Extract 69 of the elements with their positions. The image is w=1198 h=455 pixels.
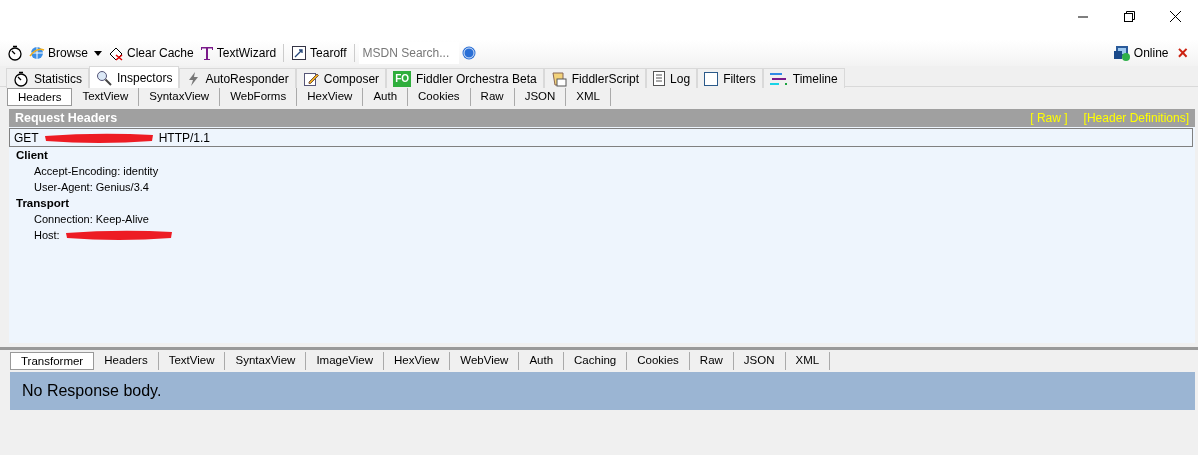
tab[interactable]: SyntaxView bbox=[139, 88, 221, 106]
dropdown-button[interactable] bbox=[91, 50, 105, 56]
header-text: Host: bbox=[34, 228, 60, 243]
tab[interactable]: AutoResponder bbox=[179, 68, 296, 88]
globe-icon bbox=[29, 45, 45, 61]
eraser-icon bbox=[108, 45, 124, 61]
tab[interactable]: Log bbox=[646, 68, 698, 88]
window-icon bbox=[291, 45, 308, 61]
tab[interactable]: Cookies bbox=[627, 352, 690, 370]
method-text: GET bbox=[14, 129, 39, 147]
browse-button[interactable]: Browse bbox=[26, 44, 91, 62]
tearoff-button[interactable]: Tearoff bbox=[288, 44, 350, 62]
magnifier-icon bbox=[96, 69, 112, 86]
timeline-icon bbox=[769, 71, 788, 86]
close-icon bbox=[1169, 11, 1181, 23]
group-heading: Client bbox=[15, 148, 49, 163]
tab[interactable]: HexView bbox=[384, 352, 451, 370]
lightning-icon bbox=[186, 70, 201, 87]
online-button[interactable]: Online bbox=[1109, 44, 1172, 62]
tab[interactable]: Cookies bbox=[408, 88, 471, 106]
tab[interactable]: FiddlerScript bbox=[543, 68, 647, 88]
scroll-icon bbox=[550, 70, 567, 87]
tab[interactable]: TextView bbox=[158, 352, 226, 370]
tab[interactable]: XML bbox=[785, 352, 831, 370]
pencil-icon bbox=[302, 70, 319, 87]
section-title: Request Headers bbox=[15, 109, 118, 127]
protocol-text: HTTP/1.1 bbox=[158, 129, 211, 147]
tab[interactable]: Filters bbox=[697, 68, 763, 88]
help-icon bbox=[461, 46, 476, 60]
text-wizard-button[interactable]: TextWizard bbox=[196, 44, 280, 62]
stopwatch-icon bbox=[13, 70, 29, 87]
response-message: No Response body. bbox=[22, 381, 162, 401]
tab[interactable]: FO Fiddler Orchestra Beta bbox=[386, 68, 544, 88]
tab[interactable]: Auth bbox=[519, 352, 565, 370]
tab[interactable]: JSON bbox=[733, 352, 786, 370]
tab[interactable]: Transformer bbox=[10, 352, 95, 370]
tab[interactable]: HexView bbox=[297, 88, 364, 106]
tab[interactable]: Headers bbox=[94, 352, 159, 370]
tab[interactable]: Auth bbox=[363, 88, 409, 106]
stopwatch-icon bbox=[7, 45, 23, 61]
tab[interactable]: Composer bbox=[295, 68, 387, 88]
checkbox-icon bbox=[704, 71, 719, 86]
tab[interactable]: WebForms bbox=[220, 88, 298, 106]
letter-t-icon bbox=[199, 45, 214, 61]
tab[interactable]: Timeline bbox=[762, 68, 845, 88]
restore-icon bbox=[1123, 11, 1135, 23]
badge-icon: FO bbox=[393, 70, 411, 87]
document-icon bbox=[653, 71, 666, 86]
tab[interactable]: JSON bbox=[514, 88, 567, 106]
tab[interactable]: XML bbox=[566, 88, 611, 106]
tab[interactable]: Inspectors bbox=[89, 66, 180, 88]
minimize-icon bbox=[1078, 15, 1088, 18]
tab[interactable]: Raw bbox=[470, 88, 515, 106]
network-icon bbox=[1112, 45, 1131, 61]
tab[interactable]: Statistics bbox=[6, 68, 89, 88]
clear-cache-button[interactable]: Clear Cache bbox=[105, 44, 197, 62]
header-text: Accept-Encoding: identity bbox=[34, 164, 159, 179]
tab[interactable]: ImageView bbox=[306, 352, 385, 370]
caret-icon bbox=[94, 50, 102, 56]
header-text: User-Agent: Genius/3.4 bbox=[34, 180, 149, 195]
tab[interactable]: WebView bbox=[450, 352, 520, 370]
tab[interactable]: SyntaxView bbox=[225, 352, 307, 370]
close-button[interactable]: × bbox=[1171, 38, 1194, 68]
tab[interactable]: Caching bbox=[564, 352, 628, 370]
group-heading: Transport bbox=[15, 196, 71, 211]
tab[interactable]: Raw bbox=[689, 352, 734, 370]
tab[interactable]: TextView bbox=[72, 88, 140, 106]
tab[interactable]: Headers bbox=[7, 88, 73, 106]
header-text: Connection: Keep-Alive bbox=[34, 212, 149, 227]
